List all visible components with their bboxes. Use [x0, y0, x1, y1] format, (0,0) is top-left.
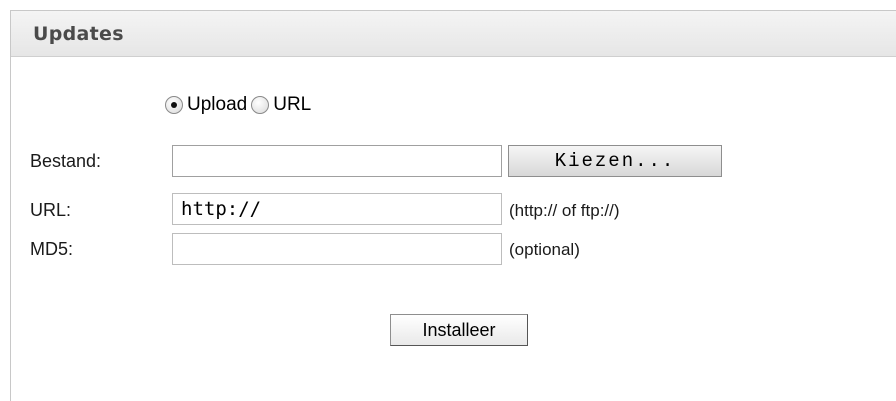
- md5-input[interactable]: [172, 233, 502, 265]
- file-label: Bestand:: [30, 151, 102, 171]
- upload-radio-label[interactable]: Upload: [187, 94, 247, 116]
- browse-button[interactable]: Kiezen...: [508, 145, 722, 177]
- url-hint: (http:// of ftp://): [509, 201, 620, 220]
- panel-header: Updates: [11, 11, 896, 57]
- url-label: URL:: [30, 200, 72, 220]
- panel-title: Updates: [33, 23, 124, 45]
- md5-hint: (optional): [509, 240, 580, 259]
- md5-label: MD5:: [30, 239, 74, 259]
- file-input[interactable]: [172, 145, 502, 177]
- install-button[interactable]: Installeer: [390, 314, 528, 346]
- url-radio[interactable]: [251, 96, 270, 114]
- url-input[interactable]: http://: [172, 193, 502, 225]
- upload-radio[interactable]: [165, 96, 183, 114]
- source-radio-group: Upload URL: [165, 94, 315, 116]
- url-radio-label[interactable]: URL: [273, 94, 311, 116]
- radio-selected-dot-icon: [171, 102, 177, 108]
